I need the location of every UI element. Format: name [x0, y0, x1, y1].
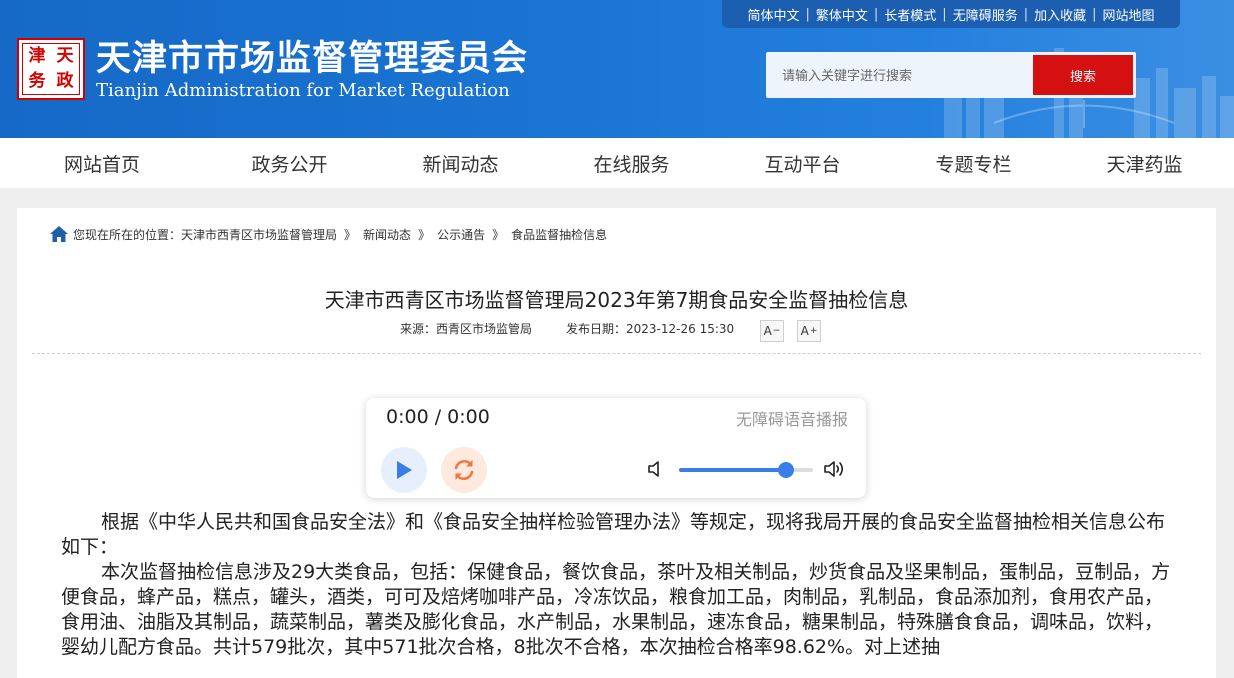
- nav-item-interaction[interactable]: 互动平台: [717, 150, 888, 177]
- search-button[interactable]: 搜索: [1033, 55, 1133, 95]
- nav-item-home[interactable]: 网站首页: [0, 150, 204, 177]
- seal-logo[interactable]: 津 天 务 政: [17, 38, 85, 100]
- site-subtitle: Tianjin Administration for Market Regula…: [96, 80, 510, 101]
- volume-high-icon[interactable]: [823, 459, 847, 479]
- seal-logo-inner: 津 天 务 政: [22, 43, 80, 95]
- site-title: 天津市市场监督管理委员会: [96, 39, 529, 79]
- nav-item-news[interactable]: 新闻动态: [375, 150, 546, 177]
- link-simplified-chinese[interactable]: 简体中文: [741, 5, 805, 24]
- breadcrumb-item[interactable]: 天津市西青区市场监督管理局: [181, 226, 337, 243]
- article-title: 天津市西青区市场监督管理局2023年第7期食品安全监督抽检信息: [324, 288, 909, 312]
- font-decrease-label: A: [763, 324, 772, 338]
- link-traditional-chinese[interactable]: 繁体中文: [810, 5, 874, 24]
- player-label: 无障碍语音播报: [735, 410, 848, 429]
- article-source: 来源：西青区市场监管局: [400, 322, 533, 336]
- breadcrumb-separator: 》: [418, 227, 431, 242]
- article-card: 您现在所在的位置： 天津市西青区市场监督管理局 》 新闻动态 》 公示通告 》 …: [17, 208, 1216, 678]
- volume-slider-fill: [679, 468, 787, 472]
- breadcrumb-prefix: 您现在所在的位置：: [73, 227, 182, 242]
- seal-char: 政: [56, 71, 74, 91]
- seal-char: 天: [56, 46, 74, 66]
- player-time: 0:00 / 0:00: [386, 406, 490, 428]
- breadcrumb-item[interactable]: 新闻动态: [363, 226, 411, 243]
- minus-icon: −: [772, 326, 781, 336]
- plus-icon: +: [809, 326, 818, 336]
- play-icon: [397, 461, 412, 479]
- seal-char: 务: [28, 71, 46, 91]
- breadcrumb-separator: 》: [344, 227, 357, 242]
- article-meta: 来源：西青区市场监管局 发布日期：2023-12-26 15:30: [400, 320, 734, 337]
- article-body: 根据《中华人民共和国食品安全法》和《食品安全抽样检验管理办法》等规定，现将我局开…: [61, 510, 1171, 660]
- breadcrumb-separator: 》: [492, 227, 505, 242]
- home-icon[interactable]: [49, 225, 69, 243]
- link-add-favorite[interactable]: 加入收藏: [1028, 5, 1092, 24]
- seal-char: 津: [28, 46, 46, 66]
- nav-item-online-service[interactable]: 在线服务: [546, 150, 717, 177]
- font-increase-button[interactable]: A +: [797, 320, 821, 342]
- divider: [32, 353, 1201, 354]
- search-box: 搜索: [766, 52, 1136, 98]
- loop-button[interactable]: [441, 447, 487, 493]
- nav-item-drug-supervision[interactable]: 天津药监: [1059, 150, 1230, 177]
- site-header: 简体中文 | 繁体中文 | 长者模式 | 无障碍服务 | 加入收藏 | 网站地图…: [0, 0, 1234, 138]
- font-decrease-button[interactable]: A −: [760, 320, 784, 342]
- article-date: 发布日期：2023-12-26 15:30: [566, 322, 735, 336]
- volume-low-icon[interactable]: [647, 460, 665, 478]
- article-paragraph: 根据《中华人民共和国食品安全法》和《食品安全抽样检验管理办法》等规定，现将我局开…: [61, 511, 1166, 558]
- nav-item-gov-affairs[interactable]: 政务公开: [204, 150, 375, 177]
- breadcrumb: 您现在所在的位置： 天津市西青区市场监督管理局 》 新闻动态 》 公示通告 》 …: [49, 225, 607, 243]
- volume-slider[interactable]: [679, 462, 813, 478]
- link-elder-mode[interactable]: 长者模式: [878, 5, 942, 24]
- breadcrumb-item[interactable]: 公示通告: [437, 226, 485, 243]
- link-accessibility[interactable]: 无障碍服务: [947, 5, 1024, 24]
- breadcrumb-item[interactable]: 食品监督抽检信息: [511, 226, 607, 243]
- font-increase-label: A: [800, 324, 809, 338]
- link-sitemap[interactable]: 网站地图: [1097, 5, 1161, 24]
- article-paragraph: 本次监督抽检信息涉及29大类食品，包括：保健食品，餐饮食品，茶叶及相关制品，炒货…: [61, 561, 1171, 658]
- loop-icon: [454, 459, 474, 481]
- search-input[interactable]: [780, 62, 1024, 90]
- main-nav: 网站首页 政务公开 新闻动态 在线服务 互动平台 专题专栏 天津药监: [0, 138, 1234, 188]
- play-button[interactable]: [381, 447, 427, 493]
- audio-player: 0:00 / 0:00 无障碍语音播报: [366, 398, 866, 498]
- volume-slider-thumb[interactable]: [778, 462, 795, 478]
- nav-item-special-topics[interactable]: 专题专栏: [888, 150, 1059, 177]
- top-links-bar: 简体中文 | 繁体中文 | 长者模式 | 无障碍服务 | 加入收藏 | 网站地图: [722, 0, 1180, 28]
